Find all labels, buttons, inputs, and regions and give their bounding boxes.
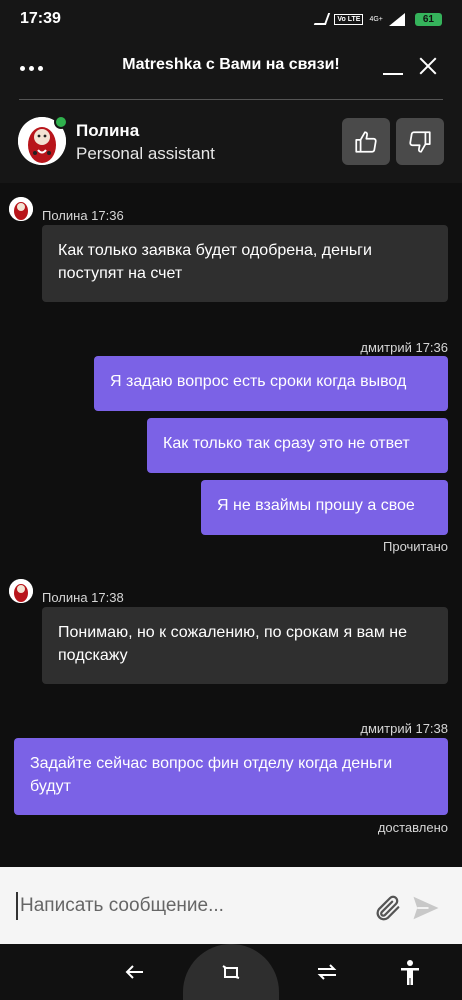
signal-icon [388, 12, 405, 26]
agent-mini-avatar [9, 197, 33, 221]
agent-role: Personal assistant [76, 144, 215, 163]
message-input[interactable] [16, 892, 356, 920]
send-button[interactable] [410, 893, 442, 923]
thumbs-down-icon [409, 130, 431, 153]
thumbs-down-button[interactable] [396, 118, 444, 165]
message-bubble-incoming: Как только заявка будет одобрена, деньги… [42, 225, 448, 302]
accessibility-icon[interactable] [398, 958, 422, 986]
close-icon[interactable] [416, 54, 440, 78]
chat-messages[interactable]: Полина 17:36 Как только заявка будет одо… [0, 183, 462, 867]
thumbs-up-button[interactable] [342, 118, 390, 165]
message-meta: дмитрий 17:38 [360, 721, 448, 736]
volte-icon: Vo LTE [334, 13, 364, 25]
message-meta: дмитрий 17:36 [360, 340, 448, 355]
system-nav-bar [0, 944, 462, 1000]
message-bubble-outgoing: Я не взаймы прошу а свое [201, 480, 448, 535]
minimize-icon[interactable] [383, 56, 405, 78]
agent-mini-avatar [9, 579, 33, 603]
status-icons: Vo LTE 4G+ 61 [314, 12, 442, 26]
status-time: 17:39 [20, 10, 61, 27]
home-button[interactable] [183, 944, 279, 1000]
volume-icon [314, 13, 331, 25]
network-type: 4G+ [369, 15, 383, 23]
send-icon [413, 896, 439, 920]
message-bubble-outgoing: Я задаю вопрос есть сроки когда вывод [94, 356, 448, 411]
message-bubble-incoming: Понимаю, но к сожалению, по срокам я вам… [42, 607, 448, 684]
agent-panel: Полина Personal assistant [0, 100, 462, 183]
message-composer [0, 867, 462, 944]
online-indicator [54, 115, 68, 129]
recent-apps-icon[interactable] [314, 960, 340, 984]
delivery-status: доставлено [377, 820, 448, 835]
attach-button[interactable] [372, 893, 402, 923]
message-meta: Полина 17:38 [42, 590, 124, 605]
message-meta: Полина 17:36 [42, 208, 124, 223]
status-bar: 17:39 Vo LTE 4G+ 61 [0, 0, 462, 38]
message-bubble-outgoing: Задайте сейчас вопрос фин отделу когда д… [14, 738, 448, 815]
battery-icon: 61 [414, 12, 442, 26]
thumbs-up-icon [355, 130, 377, 153]
home-icon [222, 965, 240, 979]
back-icon[interactable] [122, 960, 148, 984]
message-bubble-outgoing: Как только так сразу это не ответ [147, 418, 448, 473]
paperclip-icon [376, 895, 400, 921]
agent-name: Полина [76, 121, 140, 140]
read-status: Прочитано [383, 539, 448, 554]
chat-header: Matreshka с Вами на связи! [0, 38, 462, 100]
